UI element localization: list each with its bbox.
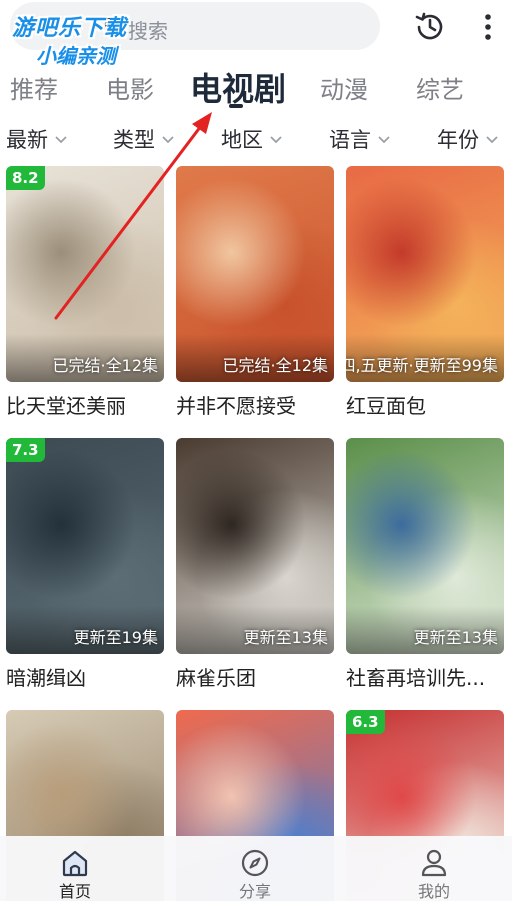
user-icon [421,849,447,877]
nav-profile-label: 我的 [417,882,450,901]
tab-variety[interactable]: 综艺 [416,70,464,105]
filter-year[interactable]: 年份 [437,124,499,154]
media-title[interactable]: 红豆面包 [346,390,504,419]
chevron-down-icon [55,136,67,144]
filter-label: 最新 [6,128,48,152]
filter-region[interactable]: 地区 [221,124,283,154]
rating-badge: 6.3 [346,710,385,734]
media-card[interactable]: 更新至13集麻雀乐团 [176,438,334,691]
tab-recommend[interactable]: 推荐 [10,70,58,105]
filter-language[interactable]: 语言 [329,124,391,154]
media-card[interactable]: 已完结·全12集 8.2 比天堂还美丽 [6,166,164,419]
filter-latest[interactable]: 最新 [6,124,68,154]
poster-image[interactable]: 更新至13集 [176,438,334,654]
media-card[interactable]: 更新至19集 7.3 暗潮缉凶 [6,438,164,691]
poster-image[interactable]: 已完结·全12集 [176,166,334,382]
more-vertical-icon[interactable] [476,12,500,42]
rating-badge: 7.3 [6,438,45,462]
nav-share[interactable]: 分享 [205,836,305,901]
chevron-down-icon [270,136,282,144]
episode-status: 周四,五更新·更新至99集 [346,356,498,375]
filter-label: 语言 [329,128,371,152]
media-title[interactable]: 社畜再培训先... [346,662,504,691]
filter-label: 地区 [221,128,263,152]
poster-image[interactable]: 已完结·全12集 8.2 [6,166,164,382]
home-icon [62,850,88,877]
media-title[interactable]: 比天堂还美丽 [6,390,164,419]
episode-status: 已完结·全12集 [222,356,328,375]
media-title[interactable]: 暗潮缉凶 [6,662,164,691]
nav-profile[interactable]: 我的 [384,836,484,901]
nav-home-label: 首页 [58,882,91,901]
nav-share-label: 分享 [238,882,271,901]
tab-movies[interactable]: 电影 [106,70,154,105]
filter-label: 类型 [113,128,155,152]
chevron-down-icon [378,136,390,144]
app-screen: 搜索 游吧乐下载 小编亲测 推荐 电影 电视剧 动漫 综艺 最新 类型 地区 语… [0,0,512,901]
compass-icon [241,849,269,877]
chevron-down-icon [486,136,498,144]
watermark: 游吧乐下载 小编亲测 [8,6,158,68]
filter-label: 年份 [437,128,479,152]
media-card[interactable]: 周四,五更新·更新至99集红豆面包 [346,166,504,419]
episode-status: 更新至13集 [413,628,498,647]
watermark-line1: 游吧乐下载 [12,16,128,41]
poster-image[interactable]: 更新至13集 [346,438,504,654]
chevron-down-icon [162,136,174,144]
poster-image[interactable]: 更新至19集 7.3 [6,438,164,654]
media-card[interactable]: 更新至13集社畜再培训先... [346,438,504,691]
top-bar: 搜索 游吧乐下载 小编亲测 [0,0,512,68]
media-card[interactable]: 已完结·全12集并非不愿接受 [176,166,334,419]
episode-status: 已完结·全12集 [52,356,158,375]
filter-bar: 最新 类型 地区 语言 年份 [0,118,512,158]
bottom-nav: 首页 分享 我的 [0,836,512,901]
nav-home[interactable]: 首页 [25,836,125,901]
media-title[interactable]: 麻雀乐团 [176,662,334,691]
media-title[interactable]: 并非不愿接受 [176,390,334,419]
category-tabs: 推荐 电影 电视剧 动漫 综艺 [0,60,512,114]
poster-image[interactable]: 周四,五更新·更新至99集 [346,166,504,382]
history-icon[interactable] [413,10,447,44]
rating-badge: 8.2 [6,166,45,190]
tab-anime[interactable]: 动漫 [320,70,368,105]
active-tab-indicator [229,104,243,108]
filter-genre[interactable]: 类型 [113,124,175,154]
episode-status: 更新至13集 [243,628,328,647]
episode-status: 更新至19集 [73,628,158,647]
